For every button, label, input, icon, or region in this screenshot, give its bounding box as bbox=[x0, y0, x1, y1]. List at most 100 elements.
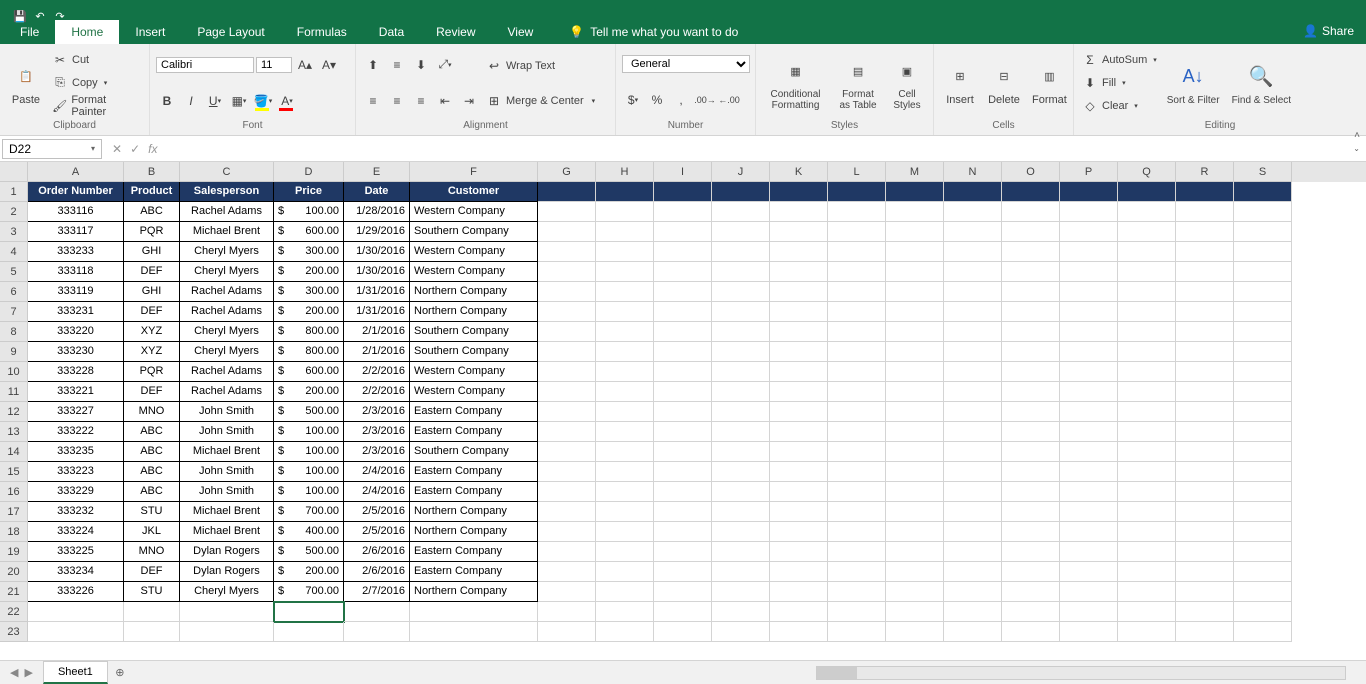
cell[interactable]: Date bbox=[344, 182, 410, 202]
cell[interactable] bbox=[538, 182, 596, 202]
new-sheet-button[interactable]: ⊕ bbox=[108, 666, 132, 679]
cell[interactable] bbox=[596, 382, 654, 402]
cell[interactable]: Northern Company bbox=[410, 582, 538, 602]
cell[interactable]: Northern Company bbox=[410, 302, 538, 322]
cell[interactable] bbox=[828, 342, 886, 362]
cell[interactable]: $100.00 bbox=[274, 462, 344, 482]
cell[interactable] bbox=[1118, 582, 1176, 602]
col-header[interactable]: E bbox=[344, 162, 410, 182]
sheet-tab-active[interactable]: Sheet1 bbox=[43, 661, 108, 684]
cell[interactable] bbox=[1002, 422, 1060, 442]
cell[interactable] bbox=[1002, 382, 1060, 402]
cell[interactable] bbox=[1234, 422, 1292, 442]
cell[interactable]: $100.00 bbox=[274, 442, 344, 462]
cell[interactable] bbox=[654, 362, 712, 382]
cell[interactable]: ABC bbox=[124, 442, 180, 462]
cell[interactable] bbox=[886, 582, 944, 602]
cell[interactable]: 333117 bbox=[28, 222, 124, 242]
cell[interactable] bbox=[1118, 202, 1176, 222]
row-header[interactable]: 23 bbox=[0, 622, 28, 642]
cell[interactable] bbox=[886, 422, 944, 442]
cell[interactable] bbox=[1176, 342, 1234, 362]
percent-format-icon[interactable]: % bbox=[646, 89, 668, 111]
cell[interactable]: JKL bbox=[124, 522, 180, 542]
cell[interactable] bbox=[886, 182, 944, 202]
cell[interactable] bbox=[944, 322, 1002, 342]
horizontal-scrollbar[interactable] bbox=[132, 666, 1366, 680]
cell[interactable]: Western Company bbox=[410, 362, 538, 382]
cell[interactable] bbox=[770, 622, 828, 642]
cell[interactable] bbox=[944, 182, 1002, 202]
fill-color-button[interactable]: 🪣▾ bbox=[252, 90, 274, 112]
cell[interactable] bbox=[1002, 442, 1060, 462]
cell[interactable] bbox=[410, 602, 538, 622]
cell[interactable]: Northern Company bbox=[410, 282, 538, 302]
cell[interactable] bbox=[596, 282, 654, 302]
cell[interactable]: Rachel Adams bbox=[180, 282, 274, 302]
cell[interactable] bbox=[1234, 582, 1292, 602]
cell[interactable] bbox=[538, 222, 596, 242]
cell[interactable] bbox=[1118, 382, 1176, 402]
cell[interactable] bbox=[770, 442, 828, 462]
col-header[interactable]: P bbox=[1060, 162, 1118, 182]
cell[interactable]: DEF bbox=[124, 262, 180, 282]
cell[interactable] bbox=[828, 502, 886, 522]
row-header[interactable]: 2 bbox=[0, 202, 28, 222]
tab-page-layout[interactable]: Page Layout bbox=[181, 20, 280, 44]
cell[interactable] bbox=[712, 182, 770, 202]
decrease-decimal-icon[interactable]: ←.00 bbox=[718, 89, 740, 111]
cell[interactable]: 333222 bbox=[28, 422, 124, 442]
font-size-select[interactable] bbox=[256, 57, 292, 73]
cell[interactable] bbox=[886, 282, 944, 302]
cell[interactable] bbox=[886, 622, 944, 642]
cell[interactable] bbox=[1060, 362, 1118, 382]
cell[interactable] bbox=[1176, 262, 1234, 282]
cell[interactable] bbox=[1002, 602, 1060, 622]
cell[interactable] bbox=[712, 602, 770, 622]
col-header[interactable]: N bbox=[944, 162, 1002, 182]
cell[interactable] bbox=[712, 502, 770, 522]
cell[interactable] bbox=[1234, 462, 1292, 482]
cell[interactable] bbox=[596, 602, 654, 622]
cell[interactable] bbox=[770, 382, 828, 402]
cell[interactable] bbox=[1118, 422, 1176, 442]
cell[interactable] bbox=[1118, 222, 1176, 242]
cell[interactable] bbox=[712, 202, 770, 222]
cell[interactable]: Northern Company bbox=[410, 502, 538, 522]
cell[interactable] bbox=[1234, 242, 1292, 262]
redo-icon[interactable]: ↷ bbox=[52, 8, 68, 24]
cell[interactable] bbox=[1234, 182, 1292, 202]
row-header[interactable]: 15 bbox=[0, 462, 28, 482]
increase-indent-icon[interactable]: ⇥ bbox=[458, 90, 480, 112]
cell[interactable] bbox=[1002, 182, 1060, 202]
font-color-button[interactable]: A▾ bbox=[276, 90, 298, 112]
cell[interactable] bbox=[1234, 482, 1292, 502]
cell[interactable] bbox=[596, 322, 654, 342]
cell[interactable] bbox=[28, 602, 124, 622]
cell[interactable] bbox=[596, 482, 654, 502]
cell[interactable] bbox=[1176, 242, 1234, 262]
cell[interactable]: John Smith bbox=[180, 482, 274, 502]
cell[interactable] bbox=[770, 282, 828, 302]
cell[interactable] bbox=[770, 542, 828, 562]
cell[interactable]: Rachel Adams bbox=[180, 362, 274, 382]
cell[interactable]: 333231 bbox=[28, 302, 124, 322]
cell[interactable] bbox=[828, 442, 886, 462]
align-top-icon[interactable]: ⬆ bbox=[362, 54, 384, 76]
expand-formula-icon[interactable]: ⌄ bbox=[1347, 144, 1366, 153]
cell[interactable] bbox=[654, 402, 712, 422]
col-header[interactable]: Q bbox=[1118, 162, 1176, 182]
cell[interactable]: John Smith bbox=[180, 462, 274, 482]
cell[interactable] bbox=[596, 542, 654, 562]
cell[interactable] bbox=[1118, 342, 1176, 362]
cell[interactable] bbox=[538, 462, 596, 482]
cell[interactable] bbox=[1176, 602, 1234, 622]
border-button[interactable]: ▦▾ bbox=[228, 90, 250, 112]
cell[interactable] bbox=[944, 502, 1002, 522]
cell[interactable] bbox=[770, 222, 828, 242]
conditional-formatting-button[interactable]: ▦Conditional Formatting bbox=[762, 48, 829, 118]
decrease-indent-icon[interactable]: ⇤ bbox=[434, 90, 456, 112]
col-header[interactable]: B bbox=[124, 162, 180, 182]
cell[interactable]: 333234 bbox=[28, 562, 124, 582]
row-header[interactable]: 6 bbox=[0, 282, 28, 302]
